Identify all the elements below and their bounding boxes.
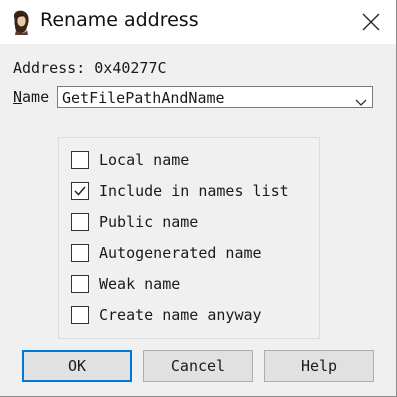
name-combobox[interactable]: GetFilePathAndName [57,86,373,108]
checkbox-box[interactable] [71,182,89,200]
chevron-down-icon[interactable] [355,92,367,111]
checkbox-box[interactable] [71,151,89,169]
close-button[interactable] [352,4,390,40]
dialog-title: Rename address [40,9,199,31]
public-name-label: Public name [99,213,199,231]
local-name-label: Local name [99,151,190,169]
checkbox-box[interactable] [71,306,89,324]
app-portrait-icon [9,9,33,35]
help-button[interactable]: Help [264,350,374,382]
ok-button[interactable]: OK [22,350,132,382]
close-icon [362,13,380,31]
weak-name-label: Weak name [99,275,181,293]
checkbox-box[interactable] [71,213,89,231]
cancel-button[interactable]: Cancel [143,350,253,382]
checkmark-icon [74,186,86,196]
address-label: Address: 0x40277C [13,59,167,77]
name-label-mnemonic: N [13,88,23,106]
name-input[interactable]: GetFilePathAndName [62,89,225,107]
checkbox-box[interactable] [71,244,89,262]
autogenerated-name-label: Autogenerated name [99,244,262,262]
create-name-anyway-label: Create name anyway [99,306,262,324]
title-bar[interactable]: Rename address [0,0,396,44]
include-in-names-list-label: Include in names list [99,182,289,200]
rename-address-dialog: Rename address Address: 0x40277C Name Ge… [0,0,397,397]
name-label-rest: ame [22,88,50,106]
name-label: Name [13,88,49,106]
checkbox-box[interactable] [71,275,89,293]
